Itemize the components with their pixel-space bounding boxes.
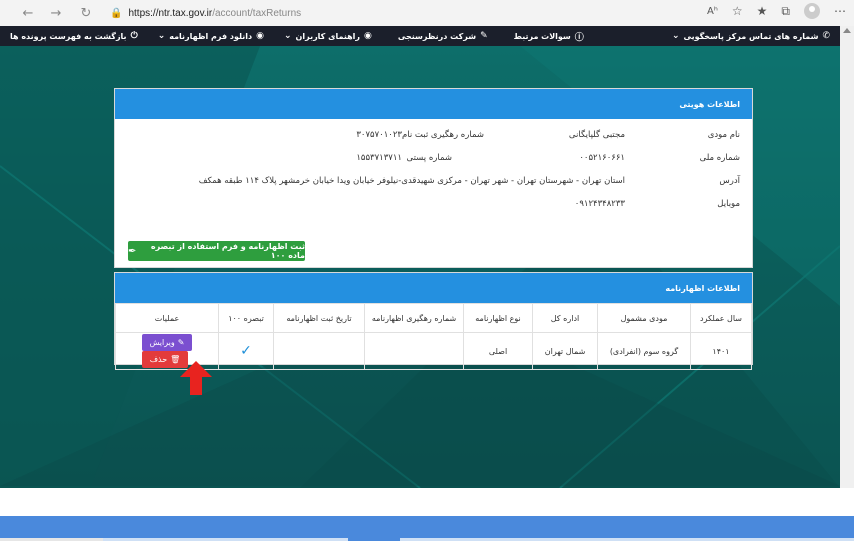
address-bar[interactable]: 🔒 https://ntr.tax.gov.ir/account/taxRetu…	[110, 4, 630, 22]
identity-card: اطلاعات هویتی نام مودی مجتبی گلپایگانی ش…	[114, 88, 753, 268]
nav-download-forms[interactable]: ◉ دانلود فرم اظهارنامه ⌄	[148, 31, 274, 41]
mobile-label: موبایل	[717, 199, 740, 209]
col-note100: تبصره ۱۰۰	[218, 303, 274, 333]
profile-avatar[interactable]	[804, 3, 820, 19]
url-path: /account/taxReturns	[212, 7, 302, 19]
nav-support-phones[interactable]: ✆ شماره های تماس مرکز پاسخگویی ⌄	[662, 31, 840, 41]
lock-icon: 🔒	[110, 7, 123, 19]
tracking-value: ۳۰۷۵۷۰۱۰۲۳	[356, 130, 402, 140]
postal-value: ۱۵۵۳۷۱۳۷۱۱	[356, 153, 402, 163]
nav-user-guide[interactable]: ◉ راهنمای کاربران ⌄	[274, 31, 382, 41]
col-tracking: شماره رهگیری اظهارنامه	[364, 303, 464, 333]
feather-pen-icon: ✒	[128, 245, 137, 257]
chevron-down-icon: ⌄	[157, 31, 166, 41]
taxpayer-name-label: نام مودی	[707, 130, 740, 140]
nav-back-to-files[interactable]: ⏻ بازگشت به فهرست پرونده ها	[0, 31, 148, 41]
returns-table: سال عملکرد مودی مشمول اداره کل نوع اظهار…	[115, 303, 752, 370]
page-scrollbar[interactable]	[840, 26, 854, 488]
cell-office: شمال تهران	[532, 332, 598, 370]
browser-toolbar: ← → ↻ 🔒 https://ntr.tax.gov.ir/account/t…	[0, 0, 854, 27]
back-icon[interactable]: ←	[18, 3, 38, 23]
col-office: اداره کل	[532, 303, 598, 333]
address-value: استان تهران - شهرستان تهران - شهر تهران …	[198, 176, 625, 186]
national-id: ۰۰۵۲۱۶۰۶۶۱	[579, 153, 625, 163]
returns-header: اطلاعات اظهارنامه	[115, 273, 752, 303]
phone-icon: ✆	[822, 31, 830, 41]
postal-label: شماره پستی	[406, 153, 452, 163]
taxpayer-name: مجتبی گلپایگانی	[568, 130, 625, 140]
cell-note100: ✓	[218, 332, 274, 370]
submit-return-button[interactable]: ثبت اظهارنامه و فرم استفاده از تبصره ماد…	[128, 241, 305, 261]
power-icon: ⏻	[130, 31, 138, 41]
chevron-down-icon: ⌄	[671, 31, 680, 41]
scroll-up-icon[interactable]	[843, 28, 851, 33]
col-taxpayer-group: مودی مشمول	[597, 303, 691, 333]
nav-faq[interactable]: ⓘ سوالات مرتبط	[504, 30, 594, 43]
returns-card: اطلاعات اظهارنامه سال عملکرد مودی مشمول …	[114, 272, 753, 370]
address-label: آدرس	[719, 176, 740, 186]
edit-icon: ✎	[480, 31, 488, 41]
question-icon: ⓘ	[574, 32, 584, 43]
cell-tracking	[364, 332, 464, 370]
edit-icon: ✎	[177, 338, 185, 347]
refresh-icon[interactable]: ↻	[76, 3, 96, 23]
cell-taxpayer-group: گروه سوم (انفرادی)	[597, 332, 691, 370]
read-aloud-icon[interactable]: Aʰ	[707, 6, 718, 17]
red-arrow-up-icon	[180, 361, 212, 395]
collections-icon[interactable]: ⧉	[781, 4, 790, 19]
cell-year: ۱۴۰۱	[690, 332, 752, 370]
edit-button[interactable]: ✎ ویرایش	[141, 334, 193, 351]
favorites-icon[interactable]: ★	[757, 4, 768, 18]
tracking-label: شماره رهگیری ثبت نام	[402, 130, 484, 140]
favorite-add-icon[interactable]: ☆	[732, 4, 743, 18]
forward-icon[interactable]: →	[46, 3, 66, 23]
col-date: تاریخ ثبت اظهارنامه	[273, 303, 365, 333]
cell-type: اصلی	[463, 332, 533, 370]
identity-header: اطلاعات هویتی	[115, 89, 752, 119]
col-year: سال عملکرد	[690, 303, 752, 333]
more-icon[interactable]: ⋯	[834, 4, 846, 18]
url-host: https://ntr.tax.gov.ir	[128, 7, 213, 19]
national-id-label: شماره ملی	[699, 153, 740, 163]
chat-icon: ◉	[256, 31, 264, 41]
nav-survey[interactable]: ✎ شرکت درنظرسنجی	[382, 31, 504, 41]
col-type: نوع اظهارنامه	[463, 303, 533, 333]
col-actions: عملیات	[115, 303, 219, 333]
chat-icon: ◉	[363, 31, 372, 41]
chevron-down-icon: ⌄	[283, 31, 292, 41]
cell-date	[273, 332, 365, 370]
site-nav: ✆ شماره های تماس مرکز پاسخگویی ⌄ ⓘ سوالا…	[0, 26, 840, 46]
table-header-row: سال عملکرد مودی مشمول اداره کل نوع اظهار…	[115, 303, 752, 333]
trash-icon: 🗑	[170, 355, 181, 364]
checkmark-icon: ✓	[240, 343, 252, 359]
mobile-value: ۰۹۱۲۴۳۴۸۲۳۳	[574, 199, 625, 209]
